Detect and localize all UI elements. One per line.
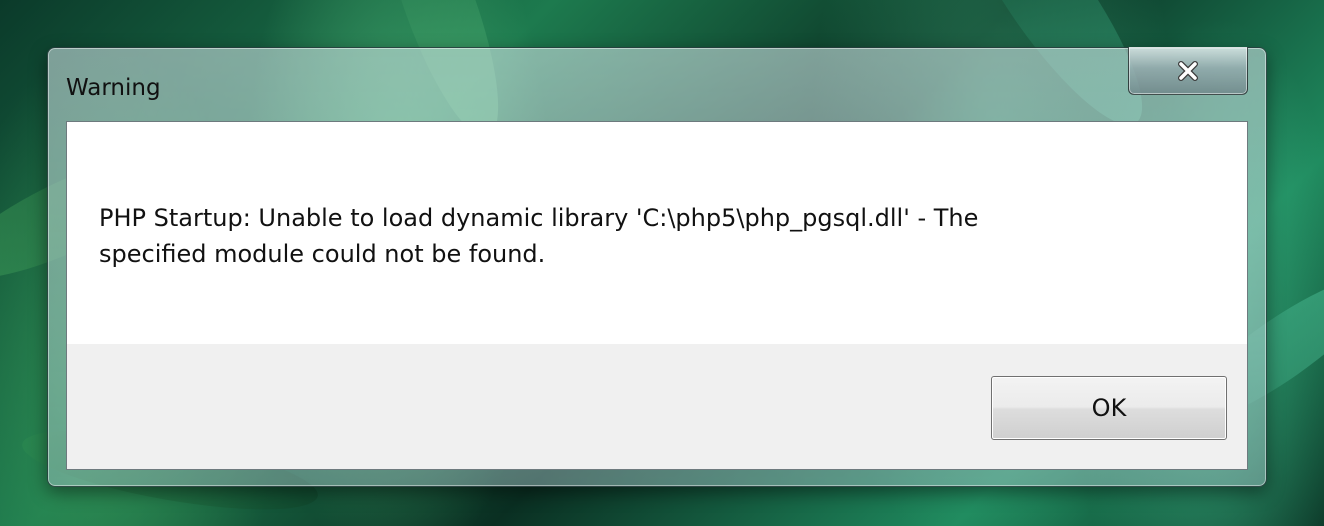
close-button[interactable] <box>1128 47 1248 95</box>
button-area: OK <box>67 344 1247 469</box>
dialog-content: PHP Startup: Unable to load dynamic libr… <box>66 121 1248 470</box>
warning-message: PHP Startup: Unable to load dynamic libr… <box>99 204 979 268</box>
dialog-title: Warning <box>66 75 161 101</box>
close-icon <box>1178 60 1198 81</box>
ok-button[interactable]: OK <box>991 376 1227 440</box>
message-area: PHP Startup: Unable to load dynamic libr… <box>67 122 1247 344</box>
warning-dialog: Warning PHP Startup: Unable to load dyna… <box>47 47 1267 487</box>
